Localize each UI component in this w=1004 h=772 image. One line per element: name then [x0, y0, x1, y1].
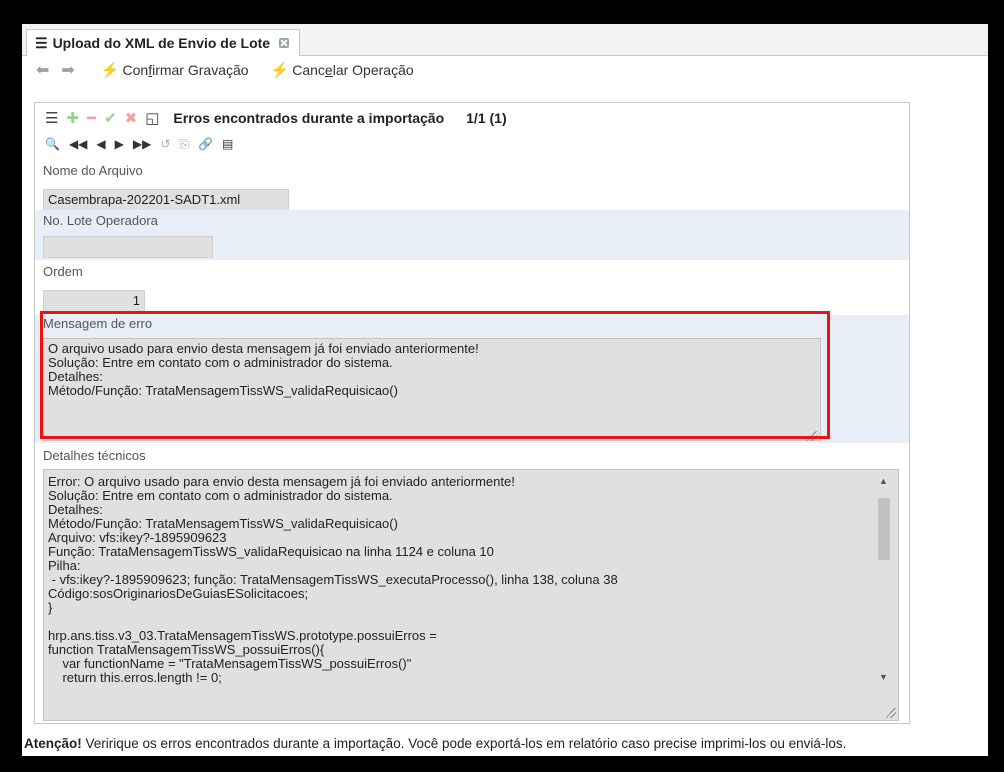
lightning-icon: ⚡ [270, 62, 290, 79]
vertical-scrollbar[interactable]: ▲ ▼ [876, 474, 892, 700]
error-message-label: Mensagem de erro [43, 316, 153, 331]
file-name-field[interactable]: Casembrapa-202201-SADT1.xml [43, 189, 289, 211]
panel-title: Erros encontrados durante a importação [173, 110, 445, 126]
batch-number-label: No. Lote Operadora [43, 213, 158, 228]
order-field[interactable]: 1 [43, 290, 145, 312]
scroll-down-icon[interactable]: ▼ [879, 672, 888, 682]
technical-details-label: Detalhes técnicos [43, 448, 146, 463]
file-name-label: Nome do Arquivo [43, 163, 143, 178]
footer-text: Veririque os erros encontrados durante a… [81, 736, 847, 751]
link-icon[interactable]: 🔗 [198, 137, 213, 151]
back-arrow-icon[interactable]: ⬅ [36, 60, 49, 80]
list-icon[interactable]: ☰ [45, 109, 58, 127]
record-count: 1/1 (1) [466, 110, 507, 126]
technical-details-container: Error: O arquivo usado para envio desta … [43, 469, 899, 721]
list-icon: ☰ [35, 34, 48, 51]
field-batch-number: No. Lote Operadora [35, 210, 909, 260]
error-message-textarea[interactable]: O arquivo usado para envio desta mensage… [43, 338, 821, 441]
form-icon[interactable]: ◱ [145, 109, 159, 127]
forward-arrow-icon[interactable]: ➡ [61, 60, 74, 80]
confirm-save-button[interactable]: ⚡ Confirmar Gravação [101, 61, 249, 79]
remove-icon[interactable]: ━ [87, 109, 96, 127]
tab-bar: ☰ Upload do XML de Envio de Lote [22, 24, 988, 56]
field-error-message: Mensagem de erro O arquivo usado para en… [35, 315, 909, 443]
batch-number-field[interactable] [43, 236, 213, 258]
close-icon[interactable] [279, 38, 290, 48]
field-file-name: Nome do Arquivo Casembrapa-202201-SADT1.… [35, 157, 909, 211]
tab-title: Upload do XML de Envio de Lote [52, 35, 271, 51]
lightning-icon: ⚡ [100, 62, 120, 79]
field-order: Ordem 1 [35, 260, 909, 315]
cancel-icon[interactable]: ✖ [125, 109, 138, 127]
technical-details-textarea[interactable]: Error: O arquivo usado para envio desta … [44, 470, 874, 720]
export-icon[interactable]: ⎘ [179, 137, 189, 152]
undo-icon[interactable]: ↺ [160, 137, 170, 151]
field-technical-details: Detalhes técnicos Error: O arquivo usado… [35, 443, 909, 721]
first-record-icon[interactable]: ◀◀ [69, 137, 87, 151]
next-record-icon[interactable]: ▶ [115, 137, 124, 151]
report-icon[interactable]: ▤ [222, 137, 233, 151]
panel-header: ☰ ✚ ━ ✔ ✖ ◱ Erros encontrados durante a … [35, 103, 909, 133]
scrollbar-thumb[interactable] [878, 498, 890, 560]
errors-panel: ☰ ✚ ━ ✔ ✖ ◱ Erros encontrados durante a … [34, 102, 910, 724]
cancel-operation-label: Cancelar Operação [292, 62, 414, 78]
previous-record-icon[interactable]: ◀ [96, 137, 105, 151]
search-icon[interactable]: 🔍 [45, 137, 60, 151]
resize-handle[interactable] [886, 708, 896, 718]
last-record-icon[interactable]: ▶▶ [133, 137, 151, 151]
add-icon[interactable]: ✚ [66, 109, 79, 127]
record-navigation: 🔍 ◀◀ ◀ ▶ ▶▶ ↺ ⎘ 🔗 ▤ [35, 133, 909, 155]
toolbar: ⬅ ➡ ⚡ Confirmar Gravação ⚡ Cancelar Oper… [22, 55, 988, 85]
tab-upload-xml[interactable]: ☰ Upload do XML de Envio de Lote [26, 29, 301, 56]
footer-notice: Atenção! Veririque os erros encontrados … [22, 736, 988, 756]
resize-handle[interactable] [807, 431, 817, 441]
check-icon[interactable]: ✔ [104, 109, 117, 127]
order-label: Ordem [43, 264, 83, 279]
application-window: ☰ Upload do XML de Envio de Lote ⬅ ➡ ⚡ C… [22, 24, 988, 756]
confirm-save-label: Confirmar Gravação [122, 62, 249, 78]
cancel-operation-button[interactable]: ⚡ Cancelar Operação [271, 61, 414, 79]
footer-attention: Atenção! [24, 736, 82, 751]
scroll-up-icon[interactable]: ▲ [879, 476, 888, 486]
